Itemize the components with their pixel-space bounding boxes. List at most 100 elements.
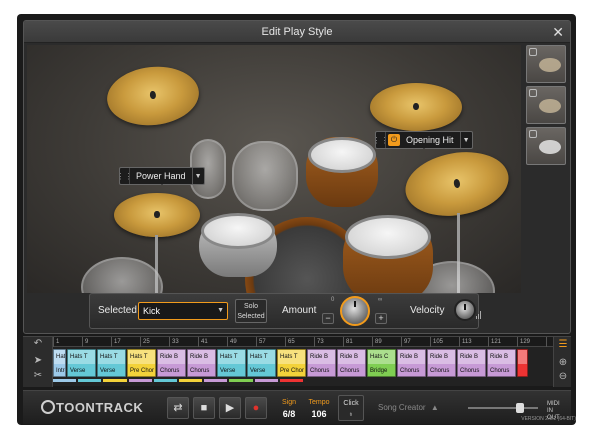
selected-instrument-dropdown[interactable]: Kick ▼ (138, 302, 228, 320)
record-button[interactable]: ● (245, 397, 267, 419)
play-button[interactable]: ▶ (219, 397, 241, 419)
chevron-down-icon[interactable]: ▼ (191, 168, 204, 184)
chevron-down-icon[interactable]: ▼ (459, 132, 472, 148)
time-signature-display[interactable]: Sign 6/8 (275, 395, 303, 421)
kit-view-thumbnails (526, 45, 566, 168)
amount-minus-button[interactable]: − (322, 313, 334, 324)
view-toggle-icon[interactable] (529, 89, 537, 97)
song-part-pattern: Hats C (368, 350, 395, 364)
song-part-pattern: Hats T (218, 350, 245, 364)
song-part-block[interactable]: Ride B Chorus (487, 349, 516, 377)
song-part-label: Verse (70, 368, 86, 374)
velocity-knob[interactable] (454, 299, 476, 321)
song-part-label (518, 364, 527, 376)
song-part-block[interactable]: Ride B Chorus (187, 349, 216, 377)
slider-handle[interactable] (516, 403, 524, 413)
song-part-label: Pre Chor (130, 368, 155, 374)
song-part-block[interactable]: Ride B Chorus (457, 349, 486, 377)
power-icon[interactable]: ⏻ (388, 134, 400, 146)
view-toggle-icon[interactable] (529, 48, 537, 56)
selected-instrument-value: Kick (143, 306, 161, 316)
song-timeline: ↶ ➤ ✂ 1 9 17 25 33 41 49 57 65 73 81 89 … (23, 336, 571, 387)
song-part-pattern: Hats T (54, 350, 65, 364)
drag-handle-icon[interactable]: ⋮⋮ (117, 168, 133, 184)
song-part-pattern: Hats T (68, 350, 95, 364)
kit-view-thumbnail[interactable] (526, 86, 566, 124)
solo-selected-button[interactable]: Solo Selected (235, 299, 267, 323)
view-toggle-icon[interactable] (529, 130, 537, 138)
toontrack-logo: TOONTRACK (41, 400, 143, 415)
bar-ruler[interactable]: 1 9 17 25 33 41 49 57 65 73 81 89 97 105… (53, 337, 553, 347)
floor-tom-head[interactable] (345, 215, 431, 259)
ruler-mark: 89 (372, 337, 382, 347)
song-part-block[interactable]: Ride B Chorus (337, 349, 366, 377)
ruler-mark: 81 (343, 337, 353, 347)
slider-track (468, 407, 538, 409)
close-icon[interactable]: ✕ (552, 21, 564, 43)
song-part-block[interactable]: Hats C Bridge (367, 349, 396, 377)
ruler-mark: 25 (140, 337, 150, 347)
ruler-mark: 129 (517, 337, 530, 347)
ghost-tom[interactable] (232, 141, 298, 211)
drum-kit-stage: ⋮⋮ Power Hand ▼ ⋮⋮ ⏻ Opening Hit ▼ (27, 45, 521, 293)
click-button[interactable]: Click ♁ (338, 395, 364, 421)
zoom-in-icon[interactable]: ⊕ (556, 357, 570, 369)
song-creator-button[interactable]: Song Creator ▲ (373, 399, 443, 417)
split-tool-icon[interactable]: ✂ (31, 370, 45, 382)
power-hand-label: Power Hand (136, 171, 186, 181)
song-track: Hats TIntroHats TVerseHats TVerseHats TP… (53, 349, 553, 377)
song-part-block[interactable]: Hats T Intro (53, 349, 66, 377)
volume-slider[interactable] (468, 403, 538, 413)
dialog-titlebar: Edit Play Style ✕ (24, 21, 570, 43)
song-part-block[interactable]: Hats T Verse (217, 349, 246, 377)
menu-icon[interactable]: ☰ (556, 339, 570, 351)
tempo-display[interactable]: Tempo 106 (303, 395, 335, 421)
play-style-controls: Selected Kick ▼ Solo Selected Amount − +… (89, 293, 481, 329)
undo-icon[interactable]: ↶ (31, 338, 45, 350)
kit-view-thumbnail[interactable] (526, 45, 566, 83)
crash-cymbal-right[interactable] (370, 83, 462, 131)
song-part-pattern: Hats T (278, 350, 305, 364)
amount-plus-button[interactable]: + (375, 313, 387, 324)
song-part-block[interactable]: Hats T Pre Chor (277, 349, 306, 377)
song-part-pattern (518, 350, 527, 364)
song-part-label: Verse (100, 368, 116, 374)
amount-knob[interactable] (340, 296, 370, 326)
song-part-block[interactable]: Ride B Chorus (157, 349, 186, 377)
kit-view-thumbnail[interactable] (526, 127, 566, 165)
drag-handle-icon[interactable]: ⋮⋮ (373, 132, 389, 148)
timeline-tools: ↶ ➤ ✂ (23, 337, 53, 387)
song-part-block[interactable]: Ride B Chorus (397, 349, 426, 377)
chevron-up-icon: ▲ (430, 403, 439, 412)
sign-value: 6/8 (282, 409, 296, 419)
opening-hit-callout[interactable]: ⋮⋮ ⏻ Opening Hit ▼ (373, 131, 473, 149)
zoom-out-icon[interactable]: ⊖ (556, 371, 570, 383)
loop-button[interactable]: ⇄ (167, 397, 189, 419)
dialog-title: Edit Play Style (261, 26, 333, 38)
edit-play-style-dialog: Edit Play Style ✕ ⋮⋮ Power Hand ▼ ⋮⋮ ⏻ O… (23, 20, 571, 334)
rack-tom-1-head[interactable] (308, 137, 376, 173)
ruler-mark: 105 (430, 337, 443, 347)
hihat-cymbal[interactable] (114, 193, 200, 237)
song-part-block[interactable]: Hats T Verse (67, 349, 96, 377)
ride-cymbal[interactable] (400, 144, 514, 224)
snare-head[interactable] (201, 213, 275, 249)
crash-cymbal-left[interactable] (104, 62, 202, 130)
song-part-block[interactable] (517, 349, 528, 377)
song-part-label: Chorus (490, 368, 510, 374)
kit-view-preview (539, 99, 561, 113)
song-part-block[interactable]: Hats T Verse (247, 349, 276, 377)
song-part-block[interactable]: Ride B Chorus (307, 349, 336, 377)
ghost-floor-tom-left[interactable] (81, 257, 163, 293)
song-part-label: Verse (220, 368, 236, 374)
song-part-block[interactable]: Ride B Chorus (427, 349, 456, 377)
logo-ring-icon (41, 400, 55, 414)
song-part-block[interactable]: Hats T Verse (97, 349, 126, 377)
ruler-mark: 97 (401, 337, 411, 347)
song-part-block[interactable]: Hats T Pre Chor (127, 349, 156, 377)
velocity-meter-icon (476, 311, 481, 319)
velocity-label: Velocity (410, 305, 445, 316)
power-hand-callout[interactable]: ⋮⋮ Power Hand ▼ (117, 167, 205, 185)
stop-button[interactable]: ■ (193, 397, 215, 419)
pointer-tool-icon[interactable]: ➤ (31, 355, 45, 367)
